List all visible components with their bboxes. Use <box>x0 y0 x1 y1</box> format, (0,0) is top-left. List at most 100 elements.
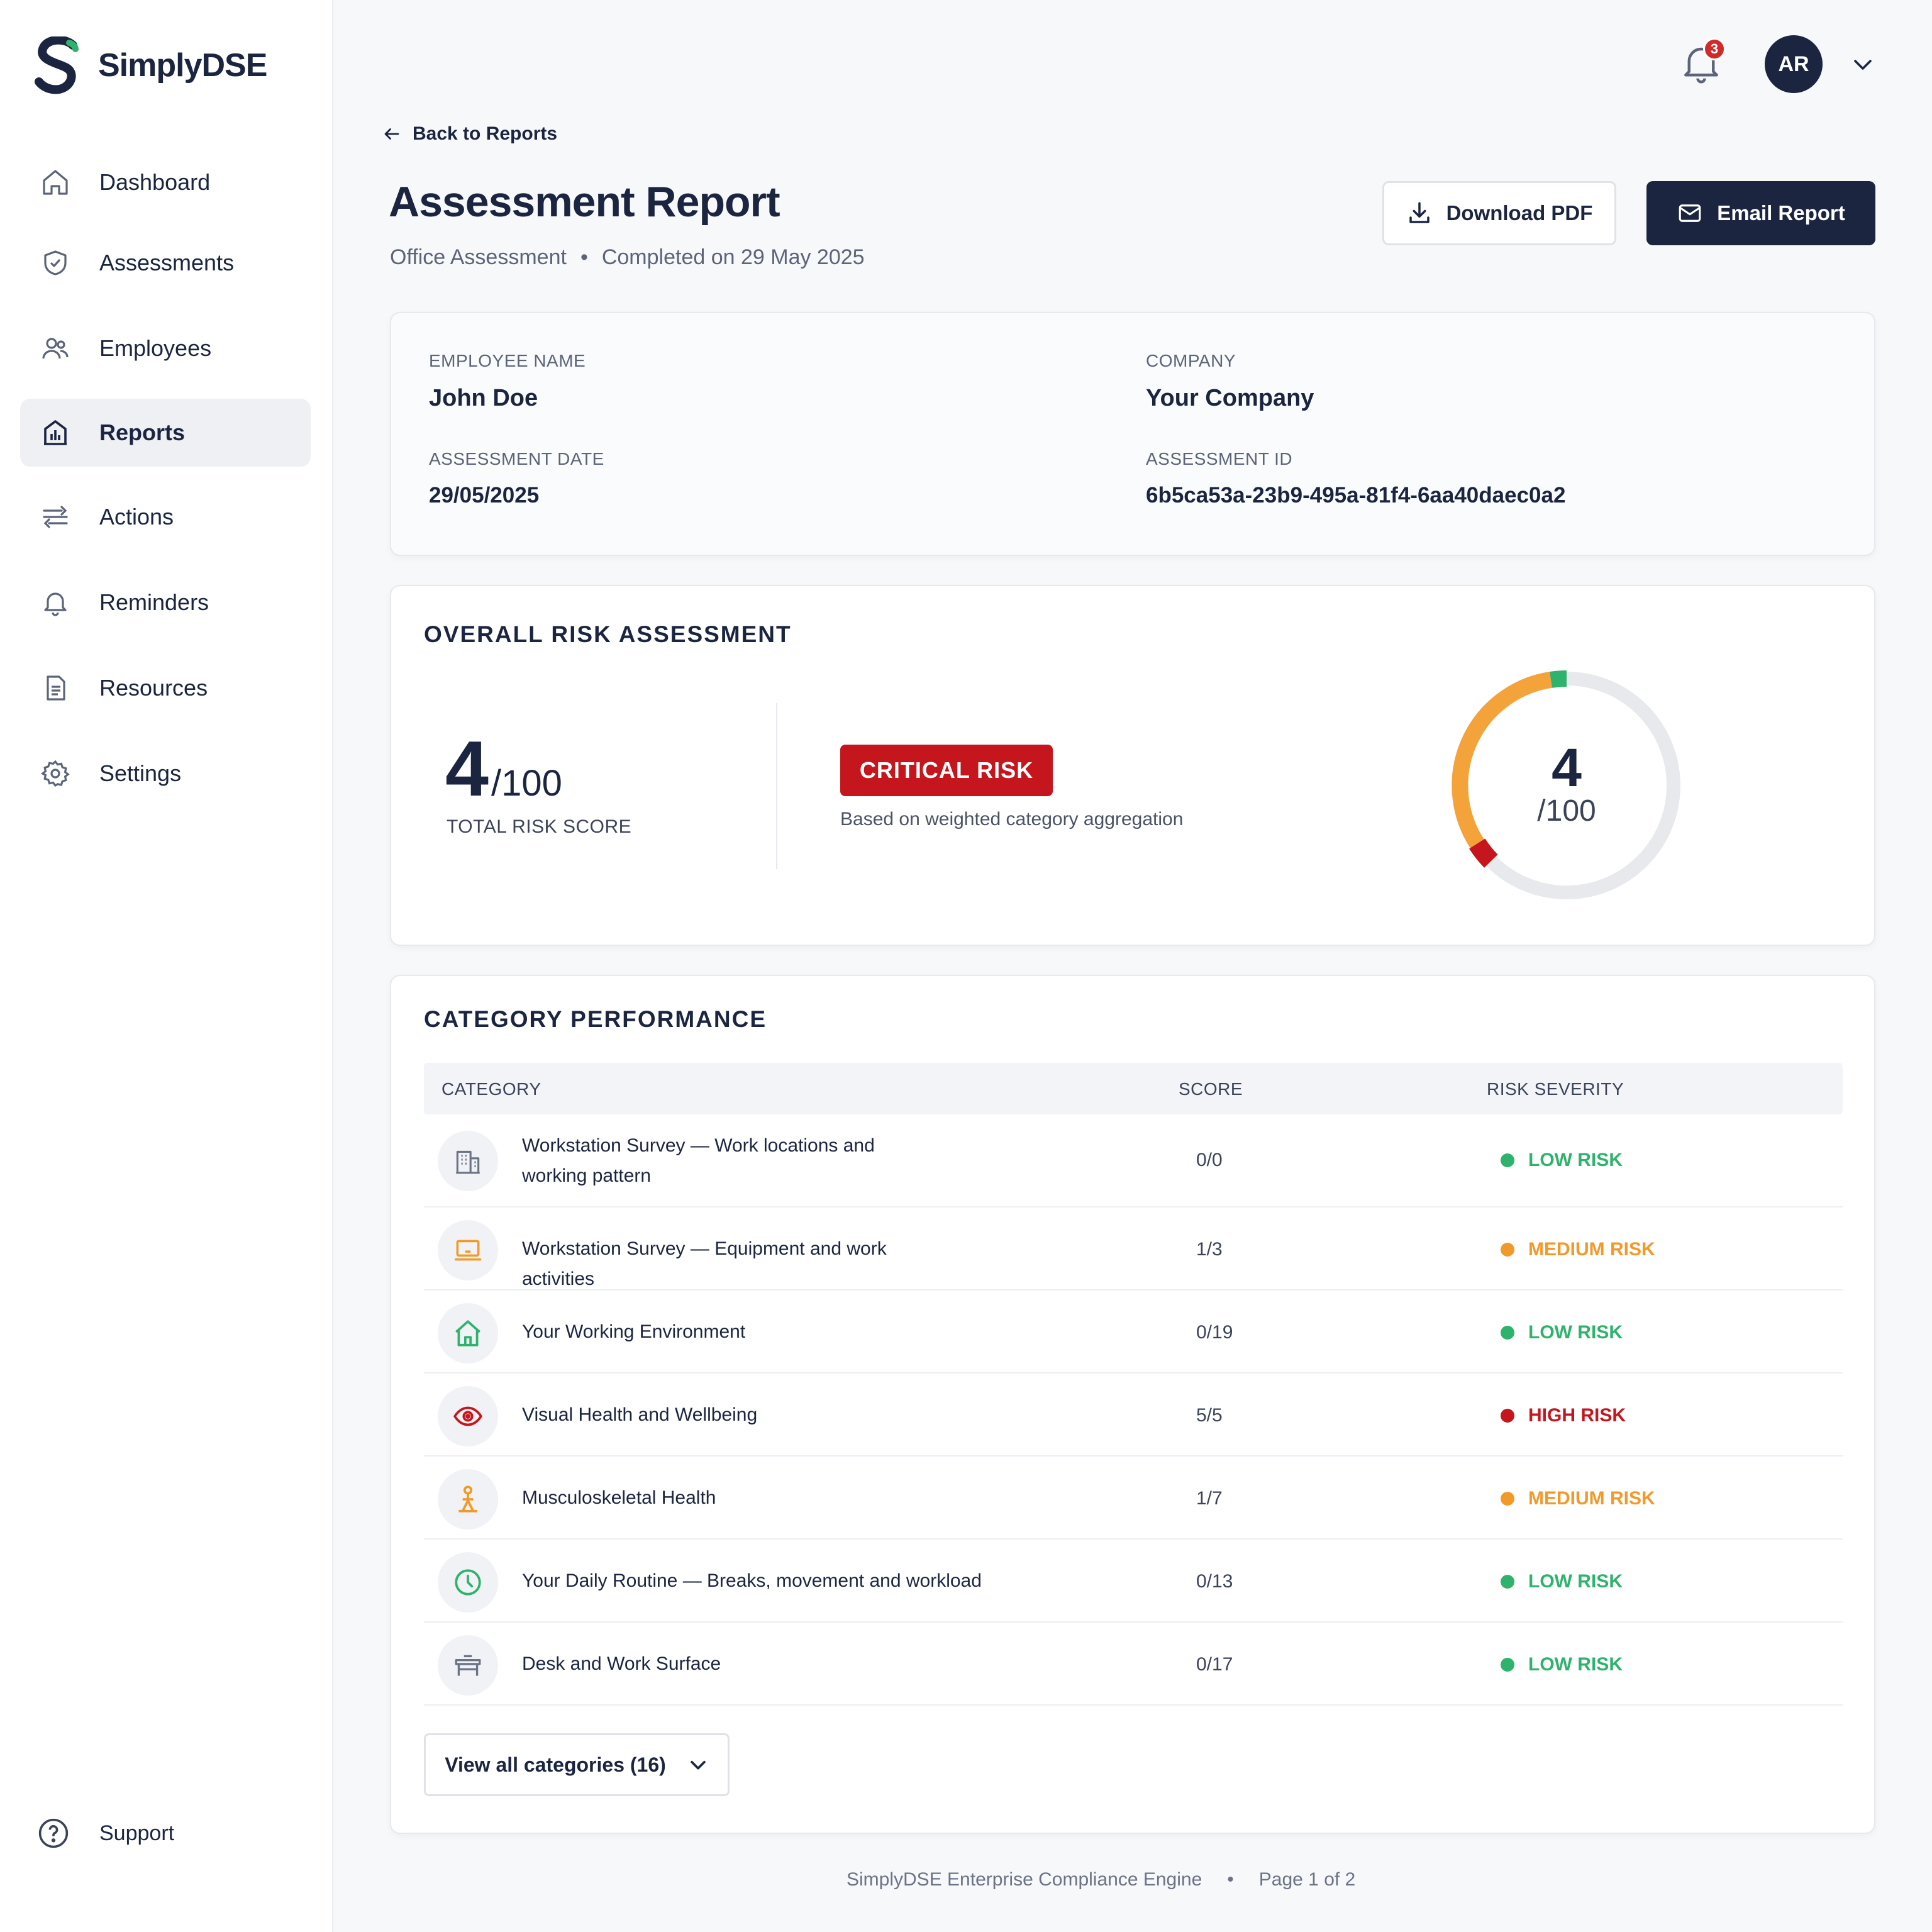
column-header-severity: RISK SEVERITY <box>1487 1079 1624 1099</box>
support-link[interactable]: Support <box>36 1816 174 1850</box>
sidebar-item-employees[interactable]: Employees <box>20 314 311 382</box>
status-dot <box>1501 1658 1514 1672</box>
risk-label: LOW RISK <box>1528 1654 1623 1675</box>
user-avatar[interactable]: AR <box>1765 35 1823 93</box>
table-row[interactable]: Your Daily Routine — Breaks, movement an… <box>424 1540 1843 1623</box>
risk-severity: HIGH RISK <box>1501 1405 1626 1426</box>
table-row[interactable]: Workstation Survey — Equipment and work … <box>424 1208 1843 1291</box>
assessment-date: 29/05/2025 <box>429 483 540 508</box>
row-icon-container <box>438 1552 498 1613</box>
risk-score-value: 4 <box>445 726 489 813</box>
app-logo[interactable]: SimplyDSE <box>34 36 267 94</box>
gauge-max: /100 <box>1537 794 1596 828</box>
category-score: 0/13 <box>1196 1571 1233 1592</box>
sidebar-item-label: Actions <box>99 504 174 530</box>
category-name: Musculoskeletal Health <box>522 1487 716 1508</box>
sidebar-item-label: Reports <box>99 419 186 445</box>
gauge-green-cap <box>1550 670 1567 688</box>
risk-severity: LOW RISK <box>1501 1322 1623 1343</box>
completed-date: Completed on 29 May 2025 <box>601 245 865 269</box>
category-name: Workstation Survey — Equipment and work … <box>522 1238 887 1289</box>
risk-label: LOW RISK <box>1528 1322 1623 1343</box>
category-score: 0/0 <box>1196 1150 1223 1170</box>
sidebar-item-resources[interactable]: Resources <box>20 654 311 722</box>
page-subtitle: Office Assessment • Completed on 29 May … <box>390 245 865 270</box>
risk-severity: LOW RISK <box>1501 1150 1623 1171</box>
overall-risk-card: OVERALL RISK ASSESSMENT 4 /100 TOTAL RIS… <box>390 585 1875 946</box>
sidebar-item-dashboard[interactable]: Dashboard <box>20 148 311 216</box>
home-icon <box>43 170 68 195</box>
row-icon-container <box>438 1220 498 1280</box>
risk-label: HIGH RISK <box>1528 1405 1626 1426</box>
risk-severity: LOW RISK <box>1501 1654 1623 1675</box>
sliders-icon <box>43 506 68 528</box>
chevron-down-icon[interactable] <box>1852 55 1874 74</box>
category-performance-title: CATEGORY PERFORMANCE <box>424 1006 767 1032</box>
row-icon-container <box>438 1131 498 1191</box>
back-label: Back to Reports <box>413 123 558 144</box>
table-row[interactable]: Workstation Survey — Work locations and … <box>424 1114 1843 1208</box>
row-icon-container <box>438 1303 498 1363</box>
employee-info-card: EMPLOYEE NAME John Doe COMPANY Your Comp… <box>390 312 1875 556</box>
risk-score-caption: TOTAL RISK SCORE <box>447 816 632 837</box>
sidebar-item-label: Employees <box>99 335 212 361</box>
assessment-date-label: ASSESSMENT DATE <box>429 449 604 469</box>
company-label: COMPANY <box>1146 351 1236 370</box>
risk-label: LOW RISK <box>1528 1150 1623 1170</box>
footer-separator: • <box>1227 1869 1234 1890</box>
category-score: 5/5 <box>1196 1405 1223 1426</box>
download-pdf-button[interactable]: Download PDF <box>1382 181 1616 245</box>
category-name: Desk and Work Surface <box>522 1653 721 1674</box>
sidebar-item-reminders[interactable]: Reminders <box>20 569 311 636</box>
help-circle-icon <box>38 1818 69 1848</box>
risk-label: MEDIUM RISK <box>1528 1488 1655 1509</box>
status-dot <box>1501 1575 1514 1589</box>
simplydse-logo-icon <box>35 36 79 94</box>
table-row[interactable]: Visual Health and Wellbeing 5/5 HIGH RIS… <box>424 1374 1843 1457</box>
back-to-reports-link[interactable]: Back to Reports <box>382 123 557 145</box>
sidebar-item-label: Resources <box>99 675 208 701</box>
users-icon <box>42 338 69 359</box>
category-score: 0/17 <box>1196 1654 1233 1675</box>
table-header: CATEGORY SCORE RISK SEVERITY <box>424 1063 1843 1114</box>
row-icon-container <box>438 1469 498 1530</box>
risk-severity: MEDIUM RISK <box>1501 1239 1655 1260</box>
employee-name: John Doe <box>429 385 538 411</box>
company-name: Your Company <box>1146 385 1314 411</box>
category-performance-card: CATEGORY PERFORMANCE CATEGORY SCORE RISK… <box>390 975 1875 1834</box>
view-all-categories-button[interactable]: View all categories (16) <box>424 1733 730 1796</box>
total-risk-score: 4 /100 <box>445 724 562 814</box>
sidebar-item-settings[interactable]: Settings <box>20 740 311 808</box>
desk-icon <box>455 1655 481 1676</box>
risk-severity: MEDIUM RISK <box>1501 1488 1655 1509</box>
gauge-red-cap <box>1469 838 1498 868</box>
page-title: Assessment Report <box>389 178 780 226</box>
download-icon <box>1409 202 1430 223</box>
document-icon <box>47 675 65 701</box>
email-report-button[interactable]: Email Report <box>1646 181 1875 245</box>
gear-icon <box>40 760 70 787</box>
mail-icon <box>1679 204 1701 222</box>
row-icon-container <box>438 1386 498 1446</box>
status-dot <box>1501 1153 1514 1167</box>
table-row[interactable]: Desk and Work Surface 0/17 LOW RISK <box>424 1623 1843 1706</box>
view-all-label: View all categories (16) <box>445 1753 666 1776</box>
risk-label: MEDIUM RISK <box>1528 1239 1655 1260</box>
download-label: Download PDF <box>1446 201 1593 225</box>
sidebar-item-reports[interactable]: Reports <box>20 399 311 467</box>
shield-check-icon <box>44 250 67 275</box>
home-icon <box>455 1320 480 1346</box>
table-row[interactable]: Your Working Environment 0/19 LOW RISK <box>424 1291 1843 1374</box>
risk-level-caption: Based on weighted category aggregation <box>840 809 1184 830</box>
overall-risk-title: OVERALL RISK ASSESSMENT <box>424 621 792 647</box>
bell-icon <box>44 592 67 616</box>
assessment-type: Office Assessment <box>390 245 567 269</box>
risk-score-max: /100 <box>491 763 562 804</box>
status-dot <box>1501 1492 1514 1506</box>
sidebar-item-assessments[interactable]: Assessments <box>20 229 311 297</box>
table-row[interactable]: Musculoskeletal Health 1/7 MEDIUM RISK <box>424 1457 1843 1540</box>
arrow-left-icon <box>384 128 399 140</box>
sidebar-item-label: Reminders <box>99 589 209 615</box>
sidebar-item-actions[interactable]: Actions <box>20 483 311 551</box>
category-name: Workstation Survey — Work locations and … <box>522 1135 875 1186</box>
